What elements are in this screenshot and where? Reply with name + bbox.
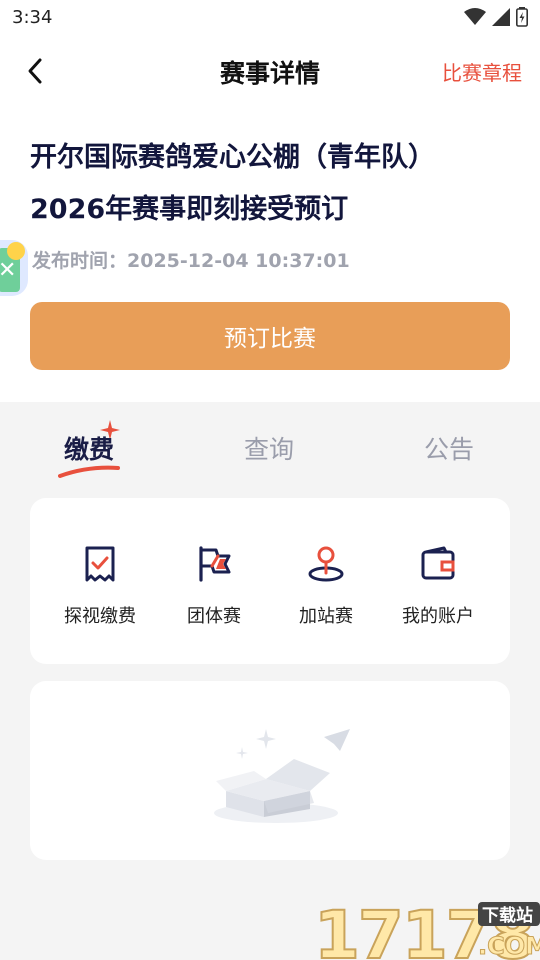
- svg-text:.COM: .COM: [478, 932, 540, 960]
- tab-query[interactable]: 查询: [244, 430, 294, 466]
- function-grid: 探视缴费 团体赛 加站赛 我的账户: [30, 498, 510, 664]
- chevron-left-icon: [28, 58, 42, 84]
- function-label: 探视缴费: [64, 606, 136, 627]
- receipt-check-icon: [85, 546, 115, 582]
- battery-icon: [516, 7, 528, 27]
- publish-label: 发布时间：: [32, 250, 128, 272]
- watermark-logo: 17178 下载站 .COM: [314, 898, 540, 960]
- active-tab-underline: [58, 465, 120, 478]
- station-race-button[interactable]: 加站赛: [266, 546, 386, 628]
- event-title-line-1: 开尔国际赛鸽爱心公棚（青年队）: [30, 142, 435, 173]
- rules-link[interactable]: 比赛章程: [442, 57, 522, 86]
- publish-value: 2025-12-04 10:37:01: [127, 250, 350, 272]
- event-title-line-2: 2026年赛事即刻接受预订: [30, 194, 349, 225]
- tab-notice[interactable]: 公告: [424, 430, 474, 466]
- event-title: 开尔国际赛鸽爱心公棚（青年队） 2026年赛事即刻接受预订: [30, 132, 520, 236]
- location-pin-icon: [308, 546, 344, 582]
- back-button[interactable]: [18, 54, 52, 88]
- status-time: 3:34: [12, 7, 53, 28]
- publish-time: 发布时间：2025-12-04 10:37:01: [32, 246, 350, 273]
- function-label: 团体赛: [187, 606, 241, 627]
- tab-bar: 缴费 查询 公告: [0, 420, 540, 480]
- empty-box-illustration: [214, 729, 350, 823]
- status-icons: [464, 7, 528, 27]
- flag-icon: [199, 546, 231, 582]
- close-icon: ✕: [0, 258, 17, 283]
- status-bar: 3:34: [0, 0, 540, 36]
- function-label: 加站赛: [299, 606, 353, 627]
- empty-content-card: [30, 681, 510, 860]
- reserve-button[interactable]: 预订比赛: [30, 302, 510, 370]
- wallet-icon: [421, 546, 455, 580]
- team-race-button[interactable]: 团体赛: [154, 546, 274, 628]
- floating-widget[interactable]: ✕: [0, 240, 28, 296]
- navigation-bar: 赛事详情 比赛章程: [0, 40, 540, 100]
- signal-icon: [492, 8, 510, 26]
- function-label: 我的账户: [402, 606, 474, 627]
- my-account-button[interactable]: 我的账户: [378, 546, 498, 628]
- tab-payment[interactable]: 缴费: [64, 430, 114, 466]
- visit-payment-button[interactable]: 探视缴费: [40, 546, 160, 628]
- svg-text:下载站: 下载站: [482, 905, 533, 926]
- wifi-icon: [464, 8, 486, 25]
- header-section: 3:34 赛事详情 比赛章程 开尔国际赛鸽爱心公棚（青年队） 2026年赛事即刻…: [0, 0, 540, 402]
